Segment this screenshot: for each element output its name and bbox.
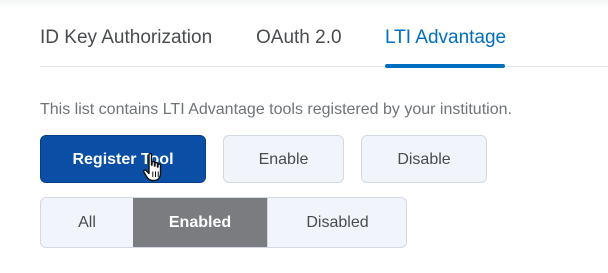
tab-bar: ID Key Authorization OAuth 2.0 LTI Advan… <box>40 0 608 68</box>
filter-all[interactable]: All <box>41 198 133 247</box>
status-filter: All Enabled Disabled <box>40 197 407 248</box>
hand-pointer-icon <box>142 152 162 182</box>
disable-button[interactable]: Disable <box>361 135 487 183</box>
filter-enabled[interactable]: Enabled <box>133 198 267 247</box>
tab-oauth-2[interactable]: OAuth 2.0 <box>256 24 342 52</box>
tab-lti-advantage[interactable]: LTI Advantage <box>385 24 506 52</box>
tab-id-key-authorization[interactable]: ID Key Authorization <box>40 24 212 52</box>
register-tool-button[interactable]: Register Tool <box>40 135 206 183</box>
filter-disabled[interactable]: Disabled <box>267 198 406 247</box>
active-tab-indicator <box>385 64 505 68</box>
page-description: This list contains LTI Advantage tools r… <box>40 101 512 118</box>
enable-button[interactable]: Enable <box>223 135 344 183</box>
